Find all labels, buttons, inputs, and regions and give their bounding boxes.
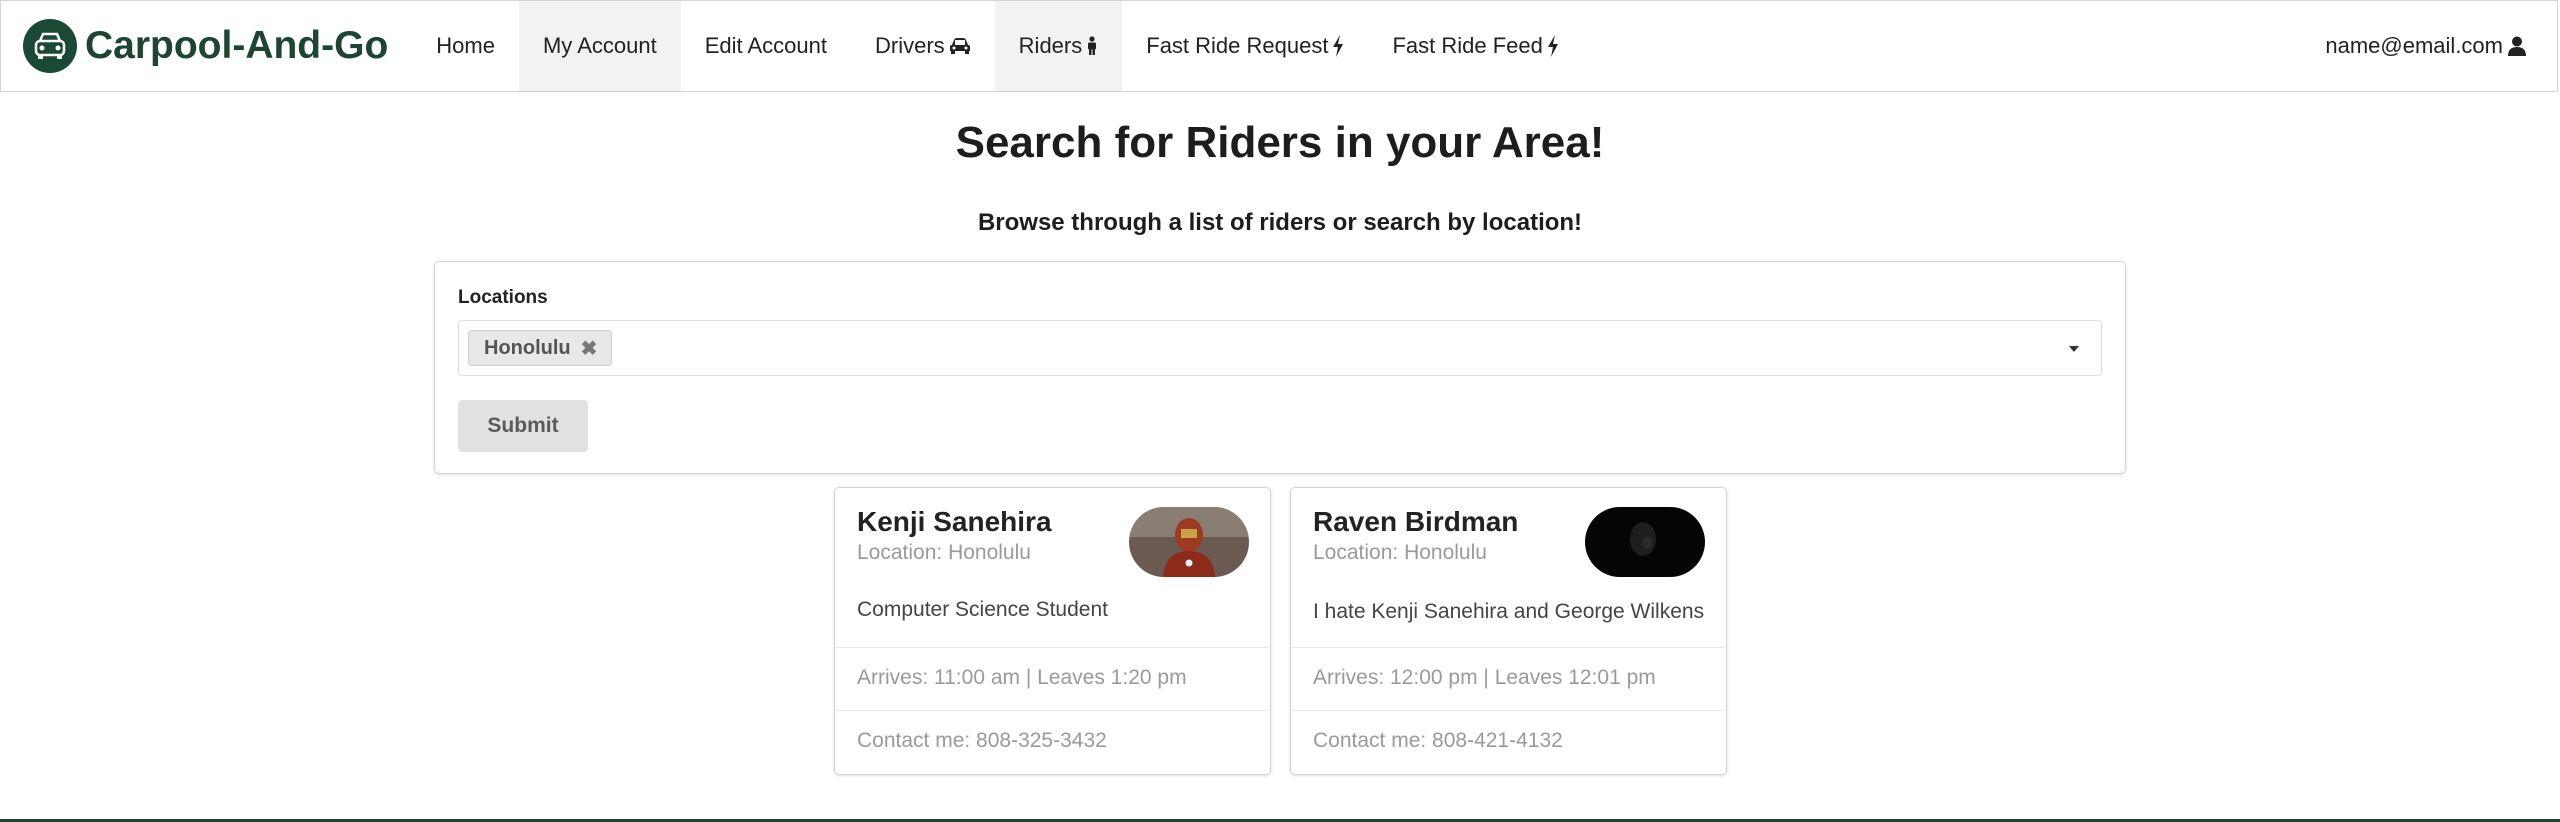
nav-drivers-label: Drivers <box>875 33 945 58</box>
rider-name: Kenji Sanehira <box>857 506 1052 537</box>
user-icon <box>2507 36 2527 56</box>
nav-my-account-label: My Account <box>542 33 657 58</box>
location-chip: Honolulu ✖ <box>468 330 613 366</box>
rider-description: I hate Kenji Sanehira and George Wilkens <box>1313 600 1705 623</box>
nav-my-account[interactable]: My Account <box>518 1 681 91</box>
card-divider <box>1291 710 1726 711</box>
card-divider <box>835 710 1270 711</box>
rider-avatar <box>1129 507 1249 577</box>
rider-avatar <box>1585 507 1705 577</box>
rider-times: Arrives: 11:00 am | Leaves 1:20 pm <box>857 666 1187 689</box>
nav-fast-ride-feed[interactable]: Fast Ride Feed <box>1368 1 1582 91</box>
lightning-icon <box>1547 35 1559 57</box>
nav-fast-ride-request[interactable]: Fast Ride Request <box>1122 1 1368 91</box>
nav-riders-label: Riders <box>1018 33 1083 58</box>
locations-dropdown[interactable]: Honolulu ✖ <box>458 320 2102 376</box>
rider-location: Location: Honolulu <box>1313 541 1487 564</box>
nav-edit-account[interactable]: Edit Account <box>681 1 851 91</box>
rider-location: Location: Honolulu <box>857 541 1031 564</box>
submit-button[interactable]: Submit <box>458 400 588 452</box>
nav-edit-account-label: Edit Account <box>704 33 827 58</box>
user-menu[interactable]: name@email.com <box>2325 1 2557 91</box>
search-form: Locations Honolulu ✖ Submit <box>434 261 2126 474</box>
remove-icon[interactable]: ✖ <box>581 336 598 361</box>
user-email: name@email.com <box>2325 33 2503 58</box>
rider-card: Kenji Sanehira Location: Honolulu Comput… <box>834 487 1271 775</box>
locations-label: Locations <box>458 287 548 308</box>
car-logo-icon <box>23 19 77 73</box>
rider-contact: Contact me: 808-325-3432 <box>857 729 1107 752</box>
brand-link[interactable]: Carpool-And-Go <box>1 1 412 91</box>
nav-fast-ride-request-label: Fast Ride Request <box>1146 33 1329 58</box>
top-navbar: Carpool-And-Go Home My Account Edit Acco… <box>0 0 2558 92</box>
rider-description: Computer Science Student <box>857 598 1108 621</box>
nav-fast-ride-feed-label: Fast Ride Feed <box>1392 33 1543 58</box>
nav-riders[interactable]: Riders <box>994 1 1123 91</box>
page-title: Search for Riders in your Area! <box>955 118 1605 167</box>
person-icon <box>1086 36 1098 56</box>
nav-home-label: Home <box>436 33 495 58</box>
card-divider <box>835 647 1270 648</box>
caret-down-icon[interactable] <box>2067 341 2081 359</box>
rider-card: Raven Birdman Location: Honolulu I hate … <box>1290 487 1727 775</box>
nav-drivers[interactable]: Drivers <box>851 1 995 91</box>
brand-name: Carpool-And-Go <box>85 24 389 67</box>
rider-times: Arrives: 12:00 pm | Leaves 12:01 pm <box>1313 666 1656 689</box>
rider-name: Raven Birdman <box>1313 506 1519 537</box>
nav-home[interactable]: Home <box>412 1 519 91</box>
rider-contact: Contact me: 808-421-4132 <box>1313 729 1563 752</box>
car-icon <box>949 37 971 55</box>
lightning-icon <box>1332 35 1344 57</box>
location-chip-label: Honolulu <box>484 336 571 359</box>
card-divider <box>1291 647 1726 648</box>
page-subtitle: Browse through a list of riders or searc… <box>977 209 1583 236</box>
